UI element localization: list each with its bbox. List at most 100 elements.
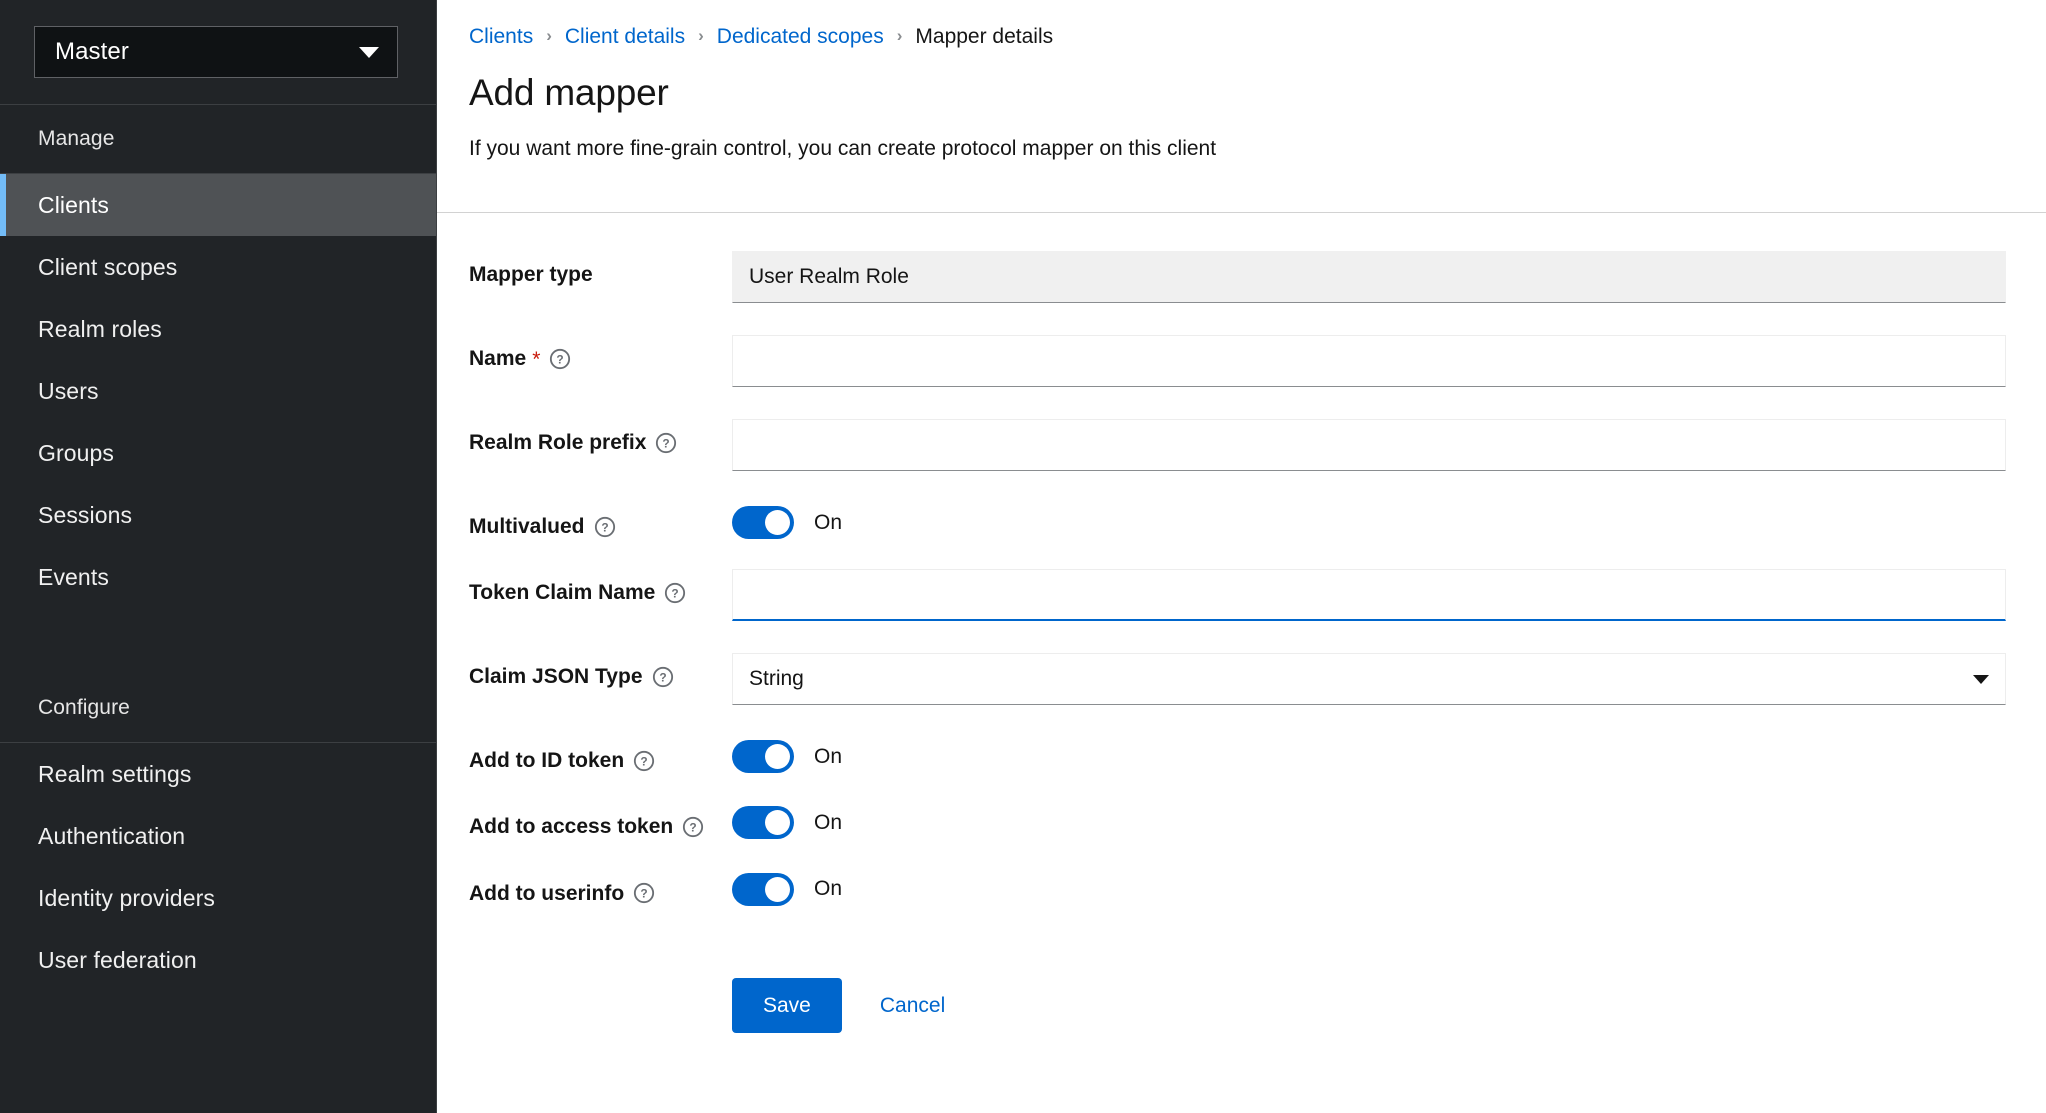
cancel-button[interactable]: Cancel [862, 978, 963, 1033]
sidebar-item-realm-roles[interactable]: Realm roles [0, 298, 436, 360]
label-realm-role-prefix: Realm Role prefix [469, 431, 647, 455]
sidebar-item-label: Users [38, 378, 99, 405]
label-add-to-id-token: Add to ID token [469, 749, 625, 773]
form-row-realm-role-prefix: Realm Role prefix ? [469, 419, 2006, 472]
sidebar-manage-list: Clients Client scopes Realm roles Users … [0, 174, 436, 608]
page-subtitle: If you want more fine-grain control, you… [469, 136, 1217, 160]
realm-selector[interactable]: Master [34, 26, 398, 78]
label-cell-realm-role-prefix: Realm Role prefix ? [469, 419, 732, 455]
form-row-name: Name * ? [469, 335, 2006, 388]
control-cell-add-to-access-token: On [732, 803, 2006, 840]
add-to-userinfo-toggle[interactable] [732, 872, 794, 906]
breadcrumb-item-dedicated-scopes[interactable]: Dedicated scopes [717, 26, 884, 47]
sidebar-item-events[interactable]: Events [0, 546, 436, 608]
name-input[interactable] [732, 335, 2006, 388]
help-circle-icon[interactable]: ? [664, 582, 686, 604]
form-row-mapper-type: Mapper type [469, 251, 2006, 304]
label-cell-token-claim-name: Token Claim Name ? [469, 569, 732, 605]
realm-role-prefix-input[interactable] [732, 419, 2006, 472]
sidebar-item-label: Realm settings [38, 761, 192, 788]
sidebar-item-label: User federation [38, 947, 197, 974]
label-claim-json-type: Claim JSON Type [469, 665, 643, 689]
label-mapper-type: Mapper type [469, 263, 593, 287]
form-actions: Save Cancel [469, 936, 2006, 1033]
sidebar-item-user-federation[interactable]: User federation [0, 929, 436, 991]
sidebar-item-users[interactable]: Users [0, 360, 436, 422]
control-cell-name [732, 335, 2006, 388]
form-row-add-to-id-token: Add to ID token ? On [469, 737, 2006, 774]
token-claim-name-input[interactable] [732, 569, 2006, 622]
toggle-knob [765, 744, 790, 770]
page-header: Clients › Client details › Dedicated sco… [437, 0, 2046, 214]
sidebar-item-realm-settings[interactable]: Realm settings [0, 743, 436, 805]
label-cell-name: Name * ? [469, 335, 732, 371]
chevron-right-icon: › [698, 26, 704, 45]
help-circle-icon[interactable]: ? [682, 816, 704, 838]
mapper-form: Mapper type Name * ? [437, 213, 2046, 1033]
label-token-claim-name: Token Claim Name [469, 581, 656, 605]
label-cell-add-to-access-token: Add to access token ? [469, 803, 732, 839]
sidebar-item-label: Authentication [38, 823, 186, 850]
sidebar-item-label: Client scopes [38, 254, 178, 281]
sidebar-configure-list: Realm settings Authentication Identity p… [0, 743, 436, 991]
multivalued-toggle[interactable] [732, 506, 794, 540]
sidebar-item-sessions[interactable]: Sessions [0, 484, 436, 546]
form-row-claim-json-type: Claim JSON Type ? String [469, 653, 2006, 706]
add-to-id-token-toggle[interactable] [732, 740, 794, 774]
control-cell-mapper-type [732, 251, 2006, 304]
save-button[interactable]: Save [732, 977, 842, 1033]
sidebar-item-groups[interactable]: Groups [0, 422, 436, 484]
label-cell-add-to-userinfo: Add to userinfo ? [469, 870, 732, 906]
help-circle-icon[interactable]: ? [655, 432, 677, 454]
sidebar-item-label: Events [38, 564, 109, 591]
sidebar-item-label: Identity providers [38, 885, 215, 912]
toggle-knob [765, 510, 790, 536]
add-to-access-token-toggle[interactable] [732, 806, 794, 840]
sidebar-item-clients[interactable]: Clients [0, 174, 436, 237]
label-cell-add-to-id-token: Add to ID token ? [469, 737, 732, 773]
form-row-add-to-access-token: Add to access token ? On [469, 803, 2006, 840]
svg-text:?: ? [557, 352, 564, 366]
svg-text:?: ? [641, 754, 648, 768]
form-row-add-to-userinfo: Add to userinfo ? On [469, 870, 2006, 906]
help-circle-icon[interactable]: ? [594, 516, 616, 538]
breadcrumb-item-clients[interactable]: Clients [469, 26, 533, 47]
multivalued-state-label: On [814, 510, 843, 534]
label-cell-claim-json-type: Claim JSON Type ? [469, 653, 732, 689]
sidebar-item-label: Sessions [38, 502, 133, 529]
sidebar-item-label: Groups [38, 440, 115, 467]
realm-selector-container: Master [0, 0, 436, 104]
control-cell-realm-role-prefix [732, 419, 2006, 472]
help-circle-icon[interactable]: ? [633, 882, 655, 904]
label-multivalued: Multivalued [469, 515, 585, 539]
claim-json-type-select[interactable]: String [732, 653, 2006, 706]
breadcrumb-item-client-details[interactable]: Client details [565, 26, 685, 47]
help-circle-icon[interactable]: ? [633, 750, 655, 772]
breadcrumb: Clients › Client details › Dedicated sco… [469, 26, 2006, 73]
sidebar-item-label: Realm roles [38, 316, 162, 343]
sidebar-item-identity-providers[interactable]: Identity providers [0, 867, 436, 929]
sidebar-section-manage-title: Manage [38, 127, 115, 150]
sidebar: Master Manage Clients Client scopes Real… [0, 0, 437, 1113]
sidebar-section-configure-title: Configure [38, 696, 130, 720]
add-to-id-token-state-label: On [814, 744, 843, 768]
form-row-multivalued: Multivalued ? On [469, 503, 2006, 540]
sidebar-section-gap [0, 608, 436, 674]
svg-text:?: ? [663, 436, 670, 450]
svg-text:?: ? [641, 887, 648, 901]
add-to-userinfo-switch-wrap: On [732, 870, 2006, 906]
add-to-access-token-switch-wrap: On [732, 803, 2006, 840]
sidebar-item-authentication[interactable]: Authentication [0, 805, 436, 867]
label-add-to-userinfo: Add to userinfo [469, 881, 625, 905]
help-circle-icon[interactable]: ? [549, 348, 571, 370]
svg-text:?: ? [659, 670, 666, 684]
chevron-down-icon [359, 46, 379, 58]
svg-text:?: ? [672, 586, 679, 600]
sidebar-item-client-scopes[interactable]: Client scopes [0, 236, 436, 298]
control-cell-claim-json-type: String [732, 653, 2006, 706]
help-circle-icon[interactable]: ? [652, 666, 674, 688]
control-cell-multivalued: On [732, 503, 2006, 540]
label-cell-multivalued: Multivalued ? [469, 503, 732, 539]
mapper-type-input [732, 251, 2006, 304]
control-cell-token-claim-name [732, 569, 2006, 622]
